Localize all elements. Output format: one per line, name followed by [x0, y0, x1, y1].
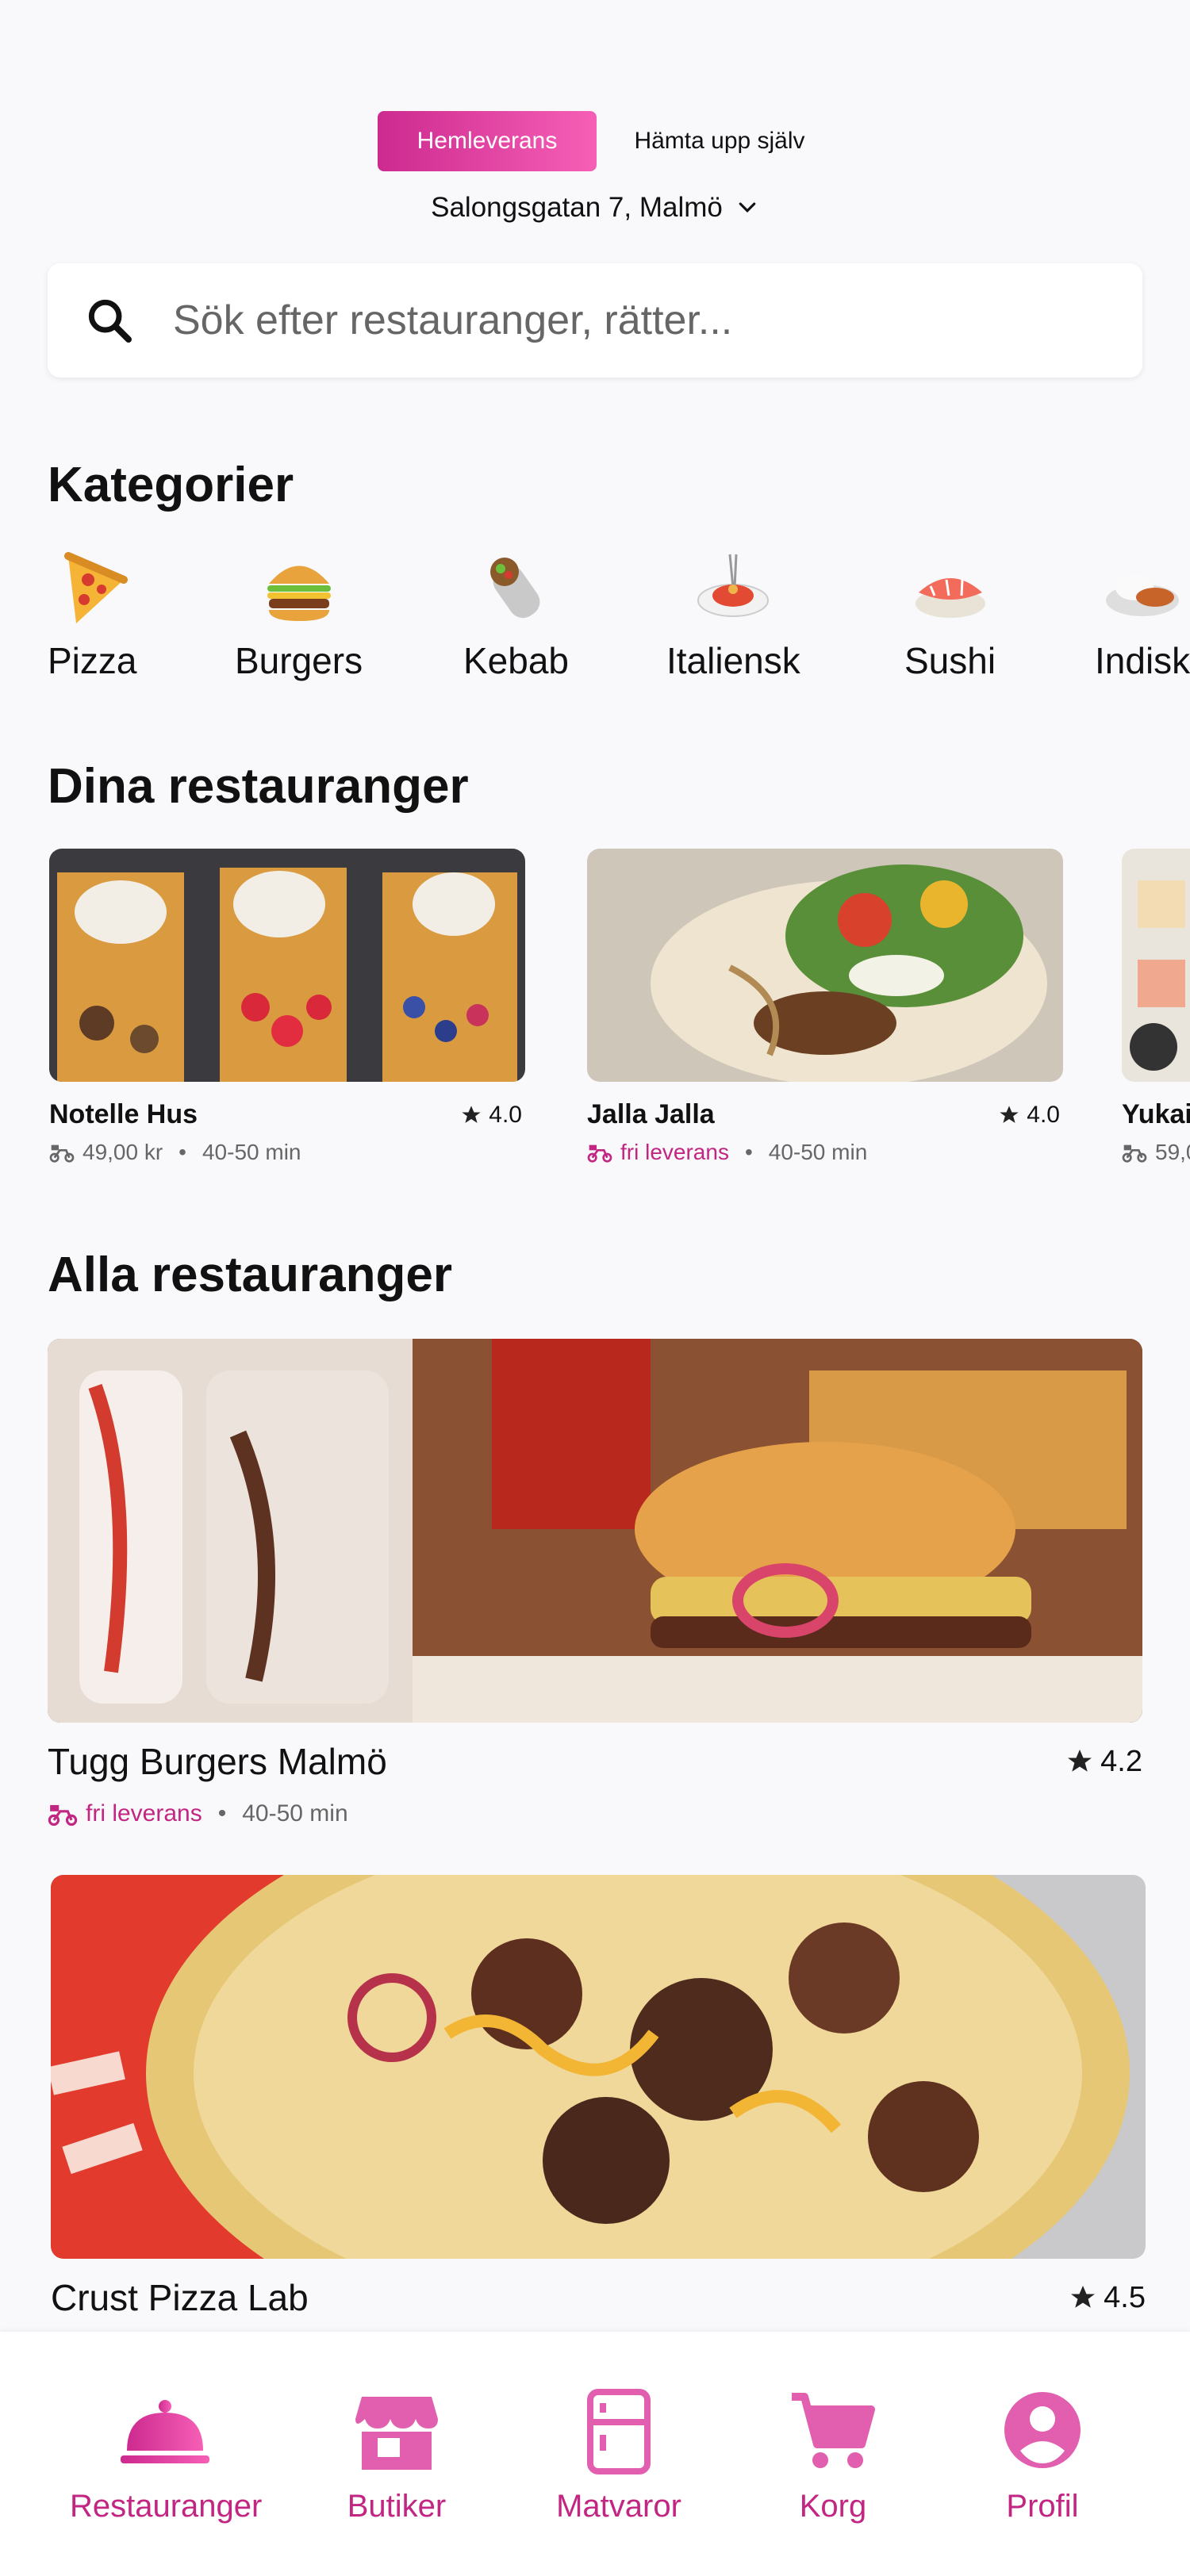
home-delivery-tab[interactable]: Hemleverans [378, 111, 597, 171]
category-sushi[interactable]: Sushi [904, 547, 996, 682]
restaurant-name: Notelle Hus [49, 1099, 198, 1129]
restaurant-card-notelle-hus[interactable]: Notelle Hus 4.0 49,00 kr • 40-50 min [49, 849, 525, 1165]
nav-restauranger[interactable]: Restauranger [70, 2387, 262, 2524]
spaghetti-icon [697, 554, 770, 617]
delivery-fee: 59,0 [1155, 1140, 1190, 1164]
delivery-fee: 49,00 kr [83, 1140, 163, 1164]
star-icon [1071, 2286, 1096, 2308]
scooter-icon [1122, 1144, 1147, 1163]
rating: 4.0 [998, 1102, 1060, 1129]
bottom-navigation: Restauranger Butiker Matvaror Korg Profi… [0, 2332, 1190, 2576]
pickup-tab[interactable]: Hämta upp själv [597, 111, 843, 171]
delivery-time: 40-50 min [202, 1140, 301, 1164]
scooter-icon [49, 1144, 75, 1163]
profile-icon [1004, 2392, 1081, 2468]
your-restaurants-list: Notelle Hus 4.0 49,00 kr • 40-50 min Jal… [0, 849, 1190, 1182]
cart-icon [792, 2393, 875, 2468]
delivery-time: 40-50 min [768, 1140, 868, 1164]
chevron-down-icon [739, 202, 756, 213]
address-selector[interactable]: Salongsgatan 7, Malmö [0, 192, 1190, 224]
restaurant-image [1122, 849, 1190, 1082]
your-restaurants-title: Dina restauranger [48, 759, 469, 814]
curry-icon [1106, 575, 1180, 616]
categories-title: Kategorier [48, 458, 294, 512]
kebab-icon [489, 558, 539, 619]
category-list: Pizza Burgers Kebab Italiensk Sushi Indi… [0, 547, 1190, 682]
category-kebab[interactable]: Kebab [463, 547, 569, 682]
restaurant-name: Crust Pizza Lab [51, 2277, 309, 2318]
restaurant-card-jalla-jalla[interactable]: Jalla Jalla 4.0 fri leverans • 40-50 min [587, 849, 1063, 1165]
restaurant-image [587, 849, 1063, 1082]
delivery-mode-toggle: Hemleverans Hämta upp själv [378, 111, 843, 171]
nav-matvaror[interactable]: Matvaror [539, 2387, 698, 2524]
nav-korg[interactable]: Korg [754, 2387, 912, 2524]
search-bar[interactable]: Sök efter restauranger, rätter... [48, 263, 1142, 378]
nav-butiker[interactable]: Butiker [317, 2387, 476, 2524]
rating: 4.0 [460, 1102, 522, 1129]
restaurant-image [51, 1875, 1146, 2259]
restaurant-image [48, 1339, 1142, 1723]
sushi-icon [915, 578, 985, 618]
restaurant-card-tugg-burgers[interactable]: Tugg Burgers Malmö 4.2 fri leverans • 40… [48, 1339, 1142, 1827]
restaurant-card-crust-pizza-lab[interactable]: Crust Pizza Lab 4.5 [51, 1875, 1146, 2319]
restaurant-name: Yukai [1122, 1099, 1190, 1129]
scooter-icon [587, 1144, 612, 1163]
category-italiensk[interactable]: Italiensk [666, 547, 800, 682]
rating: 4.5 [1069, 2281, 1146, 2315]
store-icon [355, 2397, 438, 2470]
restaurant-name: Jalla Jalla [587, 1099, 715, 1129]
star-icon [1068, 1750, 1092, 1772]
star-icon [462, 1105, 481, 1123]
delivery-fee: fri leverans [620, 1140, 729, 1164]
scooter-icon [48, 1804, 78, 1827]
rating: 4.2 [1065, 1745, 1142, 1779]
pizza-icon [64, 552, 129, 623]
restaurant-image [49, 849, 525, 1082]
restaurant-card-yukai[interactable]: Yukai 59,0 [1122, 849, 1190, 1165]
all-restaurants-title: Alla restauranger [48, 1248, 452, 1302]
delivery-time: 40-50 min [242, 1800, 348, 1827]
star-icon [1000, 1105, 1019, 1123]
category-indisk[interactable]: Indisk [1095, 547, 1190, 682]
fridge-icon [587, 2389, 651, 2474]
burger-icon [267, 565, 331, 621]
delivery-fee: fri leverans [86, 1800, 202, 1827]
nav-profil[interactable]: Profil [963, 2387, 1122, 2524]
search-input[interactable]: Sök efter restauranger, rätter... [173, 297, 732, 344]
address-text: Salongsgatan 7, Malmö [431, 192, 723, 223]
restaurant-name: Tugg Burgers Malmö [48, 1741, 387, 1782]
category-burgers[interactable]: Burgers [235, 547, 363, 682]
search-icon [88, 299, 132, 343]
cloche-icon [121, 2400, 209, 2463]
category-pizza[interactable]: Pizza [48, 547, 136, 682]
